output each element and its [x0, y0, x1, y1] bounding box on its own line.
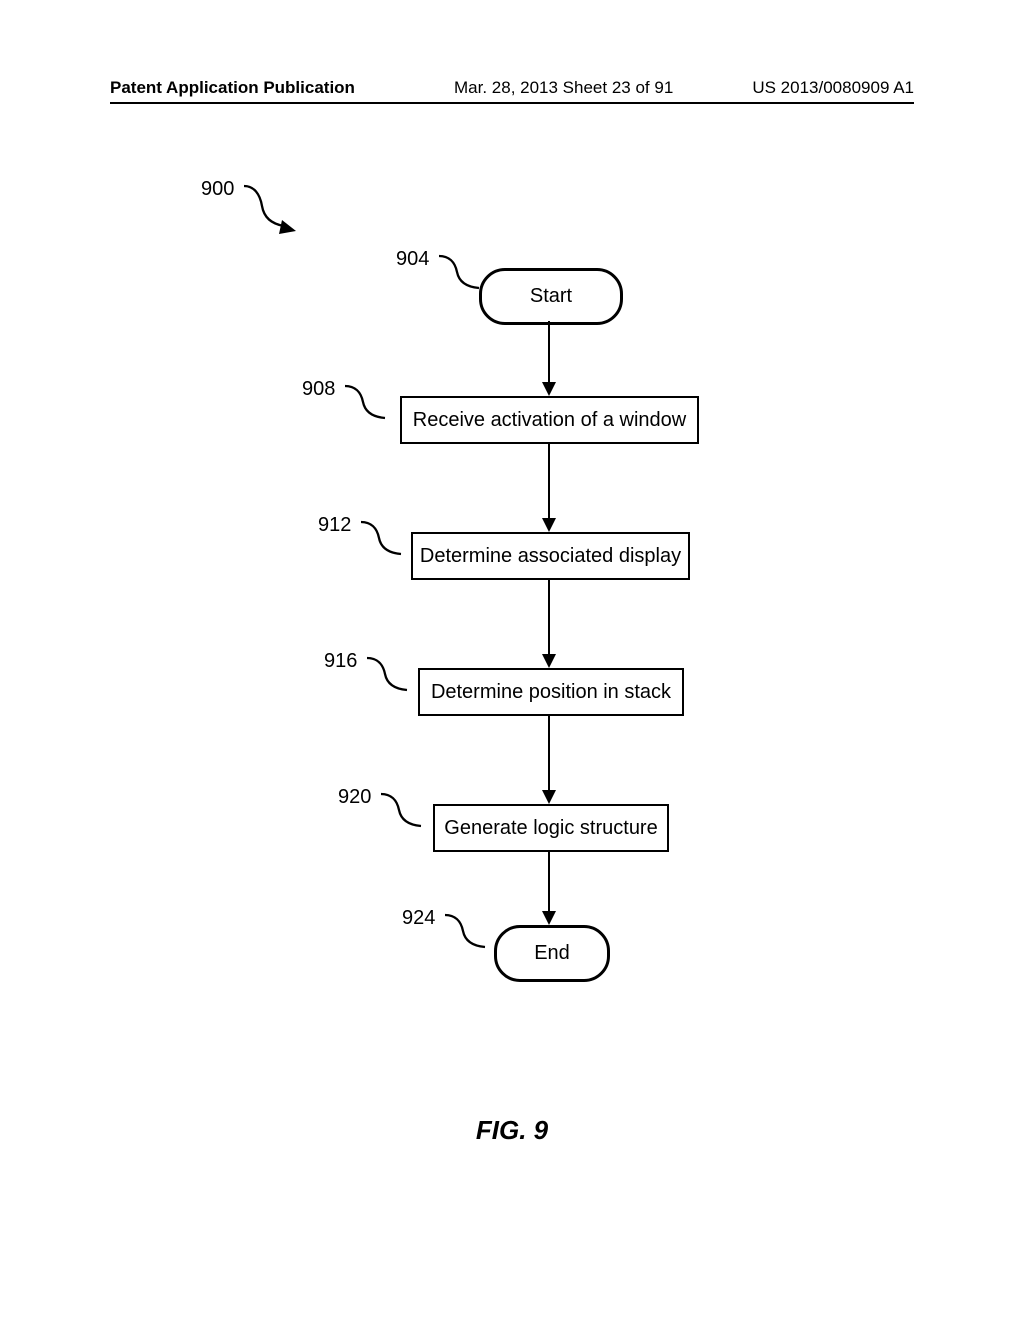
leader-908 [343, 384, 403, 429]
step-determine-display: Determine associated display [411, 532, 690, 580]
start-node: Start [479, 268, 623, 325]
arrow-5 [542, 911, 556, 925]
ref-912: 912 [318, 514, 351, 537]
leader-912 [359, 520, 419, 565]
connector-5 [548, 850, 550, 913]
arrow-3 [542, 654, 556, 668]
arrow-1 [542, 382, 556, 396]
step-receive-activation: Receive activation of a window [400, 396, 699, 444]
ref-920: 920 [338, 786, 371, 809]
end-label: End [534, 942, 570, 965]
arrow-4 [542, 790, 556, 804]
step1-label: Receive activation of a window [413, 409, 686, 432]
connector-3 [548, 578, 550, 656]
page: Patent Application Publication Mar. 28, … [0, 0, 1024, 1320]
ref-924: 924 [402, 907, 435, 930]
end-node: End [494, 925, 610, 982]
step2-label: Determine associated display [420, 545, 681, 568]
step3-label: Determine position in stack [431, 681, 671, 704]
step4-label: Generate logic structure [444, 817, 657, 840]
ref-916: 916 [324, 650, 357, 673]
connector-4 [548, 714, 550, 792]
ref-900: 900 [201, 178, 234, 201]
start-label: Start [530, 285, 572, 308]
figure-caption: FIG. 9 [0, 1115, 1024, 1146]
step-determine-position: Determine position in stack [418, 668, 684, 716]
ref-904: 904 [396, 248, 429, 271]
step-generate-logic: Generate logic structure [433, 804, 669, 852]
connector-1 [548, 321, 550, 384]
leader-916 [365, 656, 425, 701]
connector-2 [548, 442, 550, 520]
arrow-2 [542, 518, 556, 532]
leader-900 [242, 184, 302, 239]
ref-908: 908 [302, 378, 335, 401]
leader-920 [379, 792, 439, 837]
